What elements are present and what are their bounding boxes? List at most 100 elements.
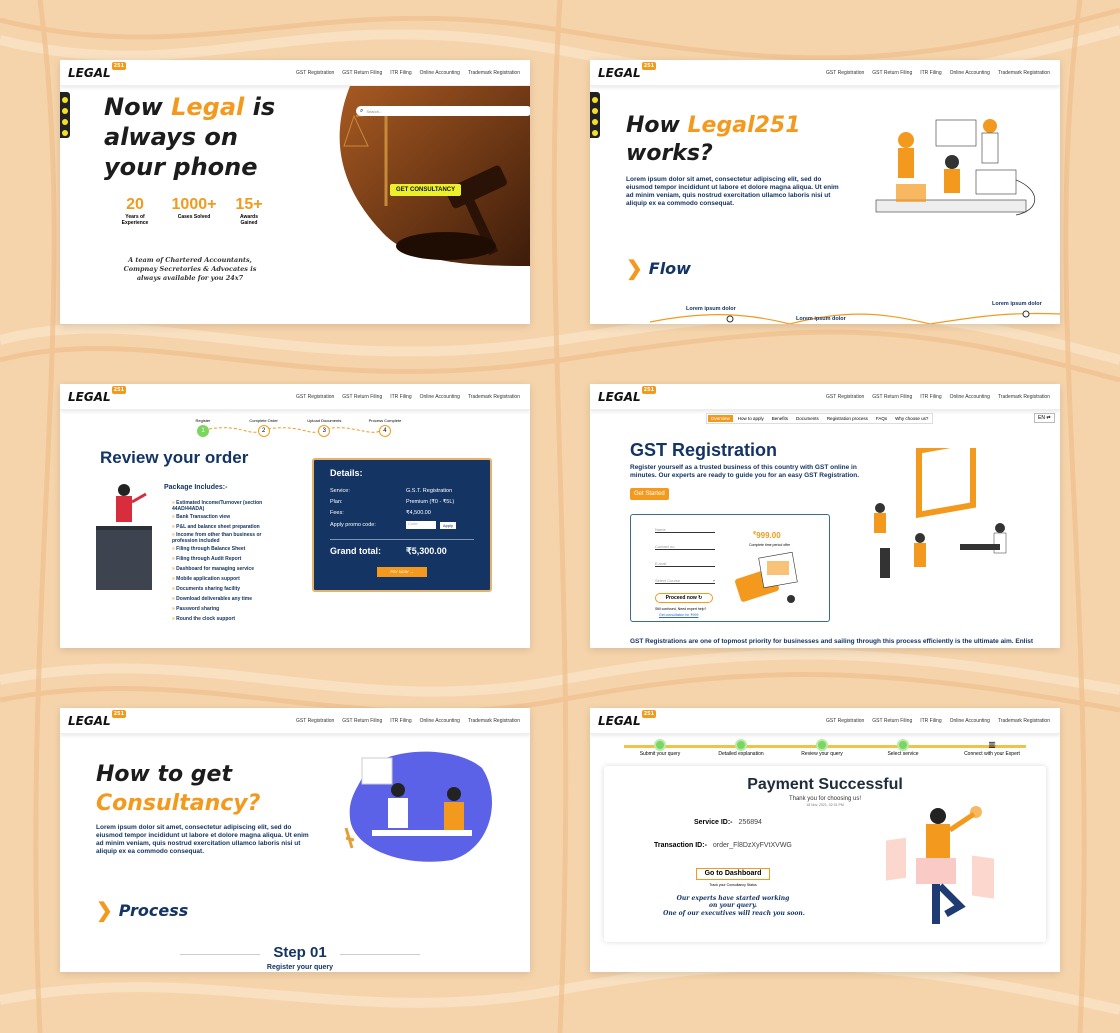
consultancy-heading: How to get Consultancy?	[96, 762, 261, 816]
search-input[interactable]: ⌕ Search...	[356, 106, 530, 116]
nav-link-trademark[interactable]: Trademark Registration	[998, 718, 1050, 724]
email-field[interactable]: E-mail	[655, 561, 715, 567]
nav-link-trademark[interactable]: Trademark Registration	[468, 718, 520, 724]
promo-code-input[interactable]: Code	[406, 521, 436, 529]
course-select[interactable]: Select Course ▾	[655, 578, 715, 584]
payment-panel: Payment Successful Thank you for choosin…	[604, 766, 1046, 942]
tab-faqs[interactable]: FAQs	[873, 415, 890, 422]
nav-link-trademark[interactable]: Trademark Registration	[998, 394, 1050, 400]
go-to-dashboard-button[interactable]: Go to Dashboard	[696, 868, 770, 880]
package-item: » Mobile application support	[172, 576, 240, 582]
nav-link-gst-return[interactable]: GST Return Filing	[872, 70, 912, 76]
nav-link-gst-registration[interactable]: GST Registration	[296, 394, 334, 400]
nav-link-itr[interactable]: ITR Filing	[920, 718, 941, 724]
details-panel: Details: Service: G.S.T. Registration Pla…	[312, 458, 492, 592]
nav-link-itr[interactable]: ITR Filing	[390, 70, 411, 76]
tab-how-to-apply[interactable]: How to apply	[735, 415, 767, 422]
nav-link-gst-return[interactable]: GST Return Filing	[342, 70, 382, 76]
nav-link-gst-registration[interactable]: GST Registration	[296, 718, 334, 724]
package-list: » Estimated Income/Turnover (section 44A…	[172, 500, 266, 622]
nav-link-accounting[interactable]: Online Accounting	[420, 70, 460, 76]
nav-link-gst-registration[interactable]: GST Registration	[826, 70, 864, 76]
nav-link-gst-registration[interactable]: GST Registration	[296, 70, 334, 76]
gst-subtitle: Register yourself as a trusted business …	[630, 464, 860, 479]
logo[interactable]: LEGAL 251	[68, 61, 127, 80]
tab-why-choose-us[interactable]: Why choose us?	[892, 415, 931, 422]
service-id: 256894	[738, 819, 762, 826]
price: ₹999.00	[753, 531, 781, 540]
navbar: LEGAL 251 GST Registration GST Return Fil…	[60, 384, 530, 410]
logo[interactable]: LEGAL 251	[598, 709, 657, 728]
process-heading: ❯ Process	[96, 900, 189, 922]
logo[interactable]: LEGAL 251	[68, 709, 127, 728]
nav-link-gst-return[interactable]: GST Return Filing	[342, 394, 382, 400]
nav-link-gst-registration[interactable]: GST Registration	[826, 394, 864, 400]
get-started-button[interactable]: Get Started	[630, 488, 669, 500]
social-sidebar	[60, 92, 70, 138]
doctor-consult-illustration	[344, 751, 492, 862]
package-item: » Filing through Balance Sheet	[172, 546, 246, 552]
tab-overview[interactable]: Overview	[708, 415, 733, 422]
tab-registration-process[interactable]: Registration process	[824, 415, 871, 422]
contact-field[interactable]: Contact no.	[655, 544, 715, 550]
chevron-down-icon: ▾	[712, 578, 715, 583]
logo[interactable]: LEGAL 251	[68, 385, 127, 404]
flow-point-1: Lorem ipsum dolor	[686, 306, 736, 312]
nav-link-accounting[interactable]: Online Accounting	[950, 718, 990, 724]
proceed-button[interactable]: Proceed now ↻	[655, 593, 713, 603]
tab-documents[interactable]: Documents	[793, 415, 822, 422]
chevron-right-icon: ❯	[626, 258, 643, 280]
track-status-text: Track your Consultancy Status	[709, 883, 757, 887]
price-note: Complete time period offer	[749, 543, 791, 547]
language-toggle[interactable]: EN ⇄	[1034, 413, 1055, 423]
navbar: LEGAL 251 GST Registration GST Return Fil…	[60, 60, 530, 86]
apply-button[interactable]: Apply	[440, 521, 457, 529]
logo[interactable]: LEGAL 251	[598, 385, 657, 404]
message-line-2: One of our executives will reach you soo…	[663, 910, 805, 917]
nav-link-accounting[interactable]: Online Accounting	[420, 718, 460, 724]
flow-point-3: Lorem ipsum dolor	[992, 301, 1042, 307]
card-consultancy: LEGAL 251 GST Registration GST Return Fil…	[60, 708, 530, 972]
nav-link-itr[interactable]: ITR Filing	[390, 718, 411, 724]
consultation-link[interactable]: Get consultation for ₹999	[659, 613, 698, 617]
navbar: LEGAL 251 GST Registration GST Return Fil…	[590, 60, 1060, 86]
search-icon: ⌕	[360, 107, 364, 114]
nav-link-itr[interactable]: ITR Filing	[920, 394, 941, 400]
tab-benefits[interactable]: Benefits	[769, 415, 791, 422]
help-text: Still confused, Need expert help?	[655, 607, 707, 611]
name-field[interactable]: Name	[655, 527, 715, 533]
nav-link-itr[interactable]: ITR Filing	[920, 70, 941, 76]
card-how-it-works: LEGAL 251 GST Registration GST Return Fil…	[590, 60, 1060, 324]
nav-link-gst-return[interactable]: GST Return Filing	[342, 718, 382, 724]
package-item: » Filing through Audit Report	[172, 556, 242, 562]
query-stepper: Submit your query Detailed explanation R…	[639, 739, 1020, 757]
card-gst-registration: LEGAL 251 GST Registration GST Return Fil…	[590, 384, 1060, 648]
nav-link-itr[interactable]: ITR Filing	[390, 394, 411, 400]
flow-heading: ❯ Flow	[626, 258, 691, 280]
package-item: » Documents sharing facility	[172, 586, 241, 592]
nav-link-accounting[interactable]: Online Accounting	[950, 70, 990, 76]
details-title: Details:	[330, 468, 363, 478]
gst-footer-text: GST Registrations are one of topmost pri…	[630, 638, 1034, 645]
nav-link-accounting[interactable]: Online Accounting	[950, 394, 990, 400]
consultancy-body: Lorem ipsum dolor sit amet, consectetur …	[96, 824, 309, 855]
nav-link-gst-return[interactable]: GST Return Filing	[872, 394, 912, 400]
nav-link-trademark[interactable]: Trademark Registration	[468, 394, 520, 400]
nav-link-trademark[interactable]: Trademark Registration	[468, 70, 520, 76]
step-title: Step 01	[260, 944, 340, 961]
nav-link-accounting[interactable]: Online Accounting	[420, 394, 460, 400]
package-item: » Income from other than business or pro…	[172, 532, 262, 544]
gst-illustration	[874, 448, 1007, 578]
pay-now-button[interactable]: PAY NOW →	[377, 567, 427, 577]
navbar: LEGAL 251 GST Registration GST Return Fil…	[60, 708, 530, 734]
get-consultancy-button[interactable]: GET CONSULTANCY	[390, 184, 462, 196]
nav-link-trademark[interactable]: Trademark Registration	[998, 70, 1050, 76]
card-payment-success: LEGAL 251 GST Registration GST Return Fil…	[590, 708, 1060, 972]
package-item: » Estimated Income/Turnover (section 44A…	[172, 500, 263, 512]
logo[interactable]: LEGAL 251	[598, 61, 657, 80]
social-sidebar	[590, 92, 600, 138]
chevron-right-icon: ❯	[96, 900, 113, 922]
nav-link-gst-return[interactable]: GST Return Filing	[872, 718, 912, 724]
nav-link-gst-registration[interactable]: GST Registration	[826, 718, 864, 724]
how-body: Lorem ipsum dolor sit amet, consectetur …	[626, 176, 839, 207]
